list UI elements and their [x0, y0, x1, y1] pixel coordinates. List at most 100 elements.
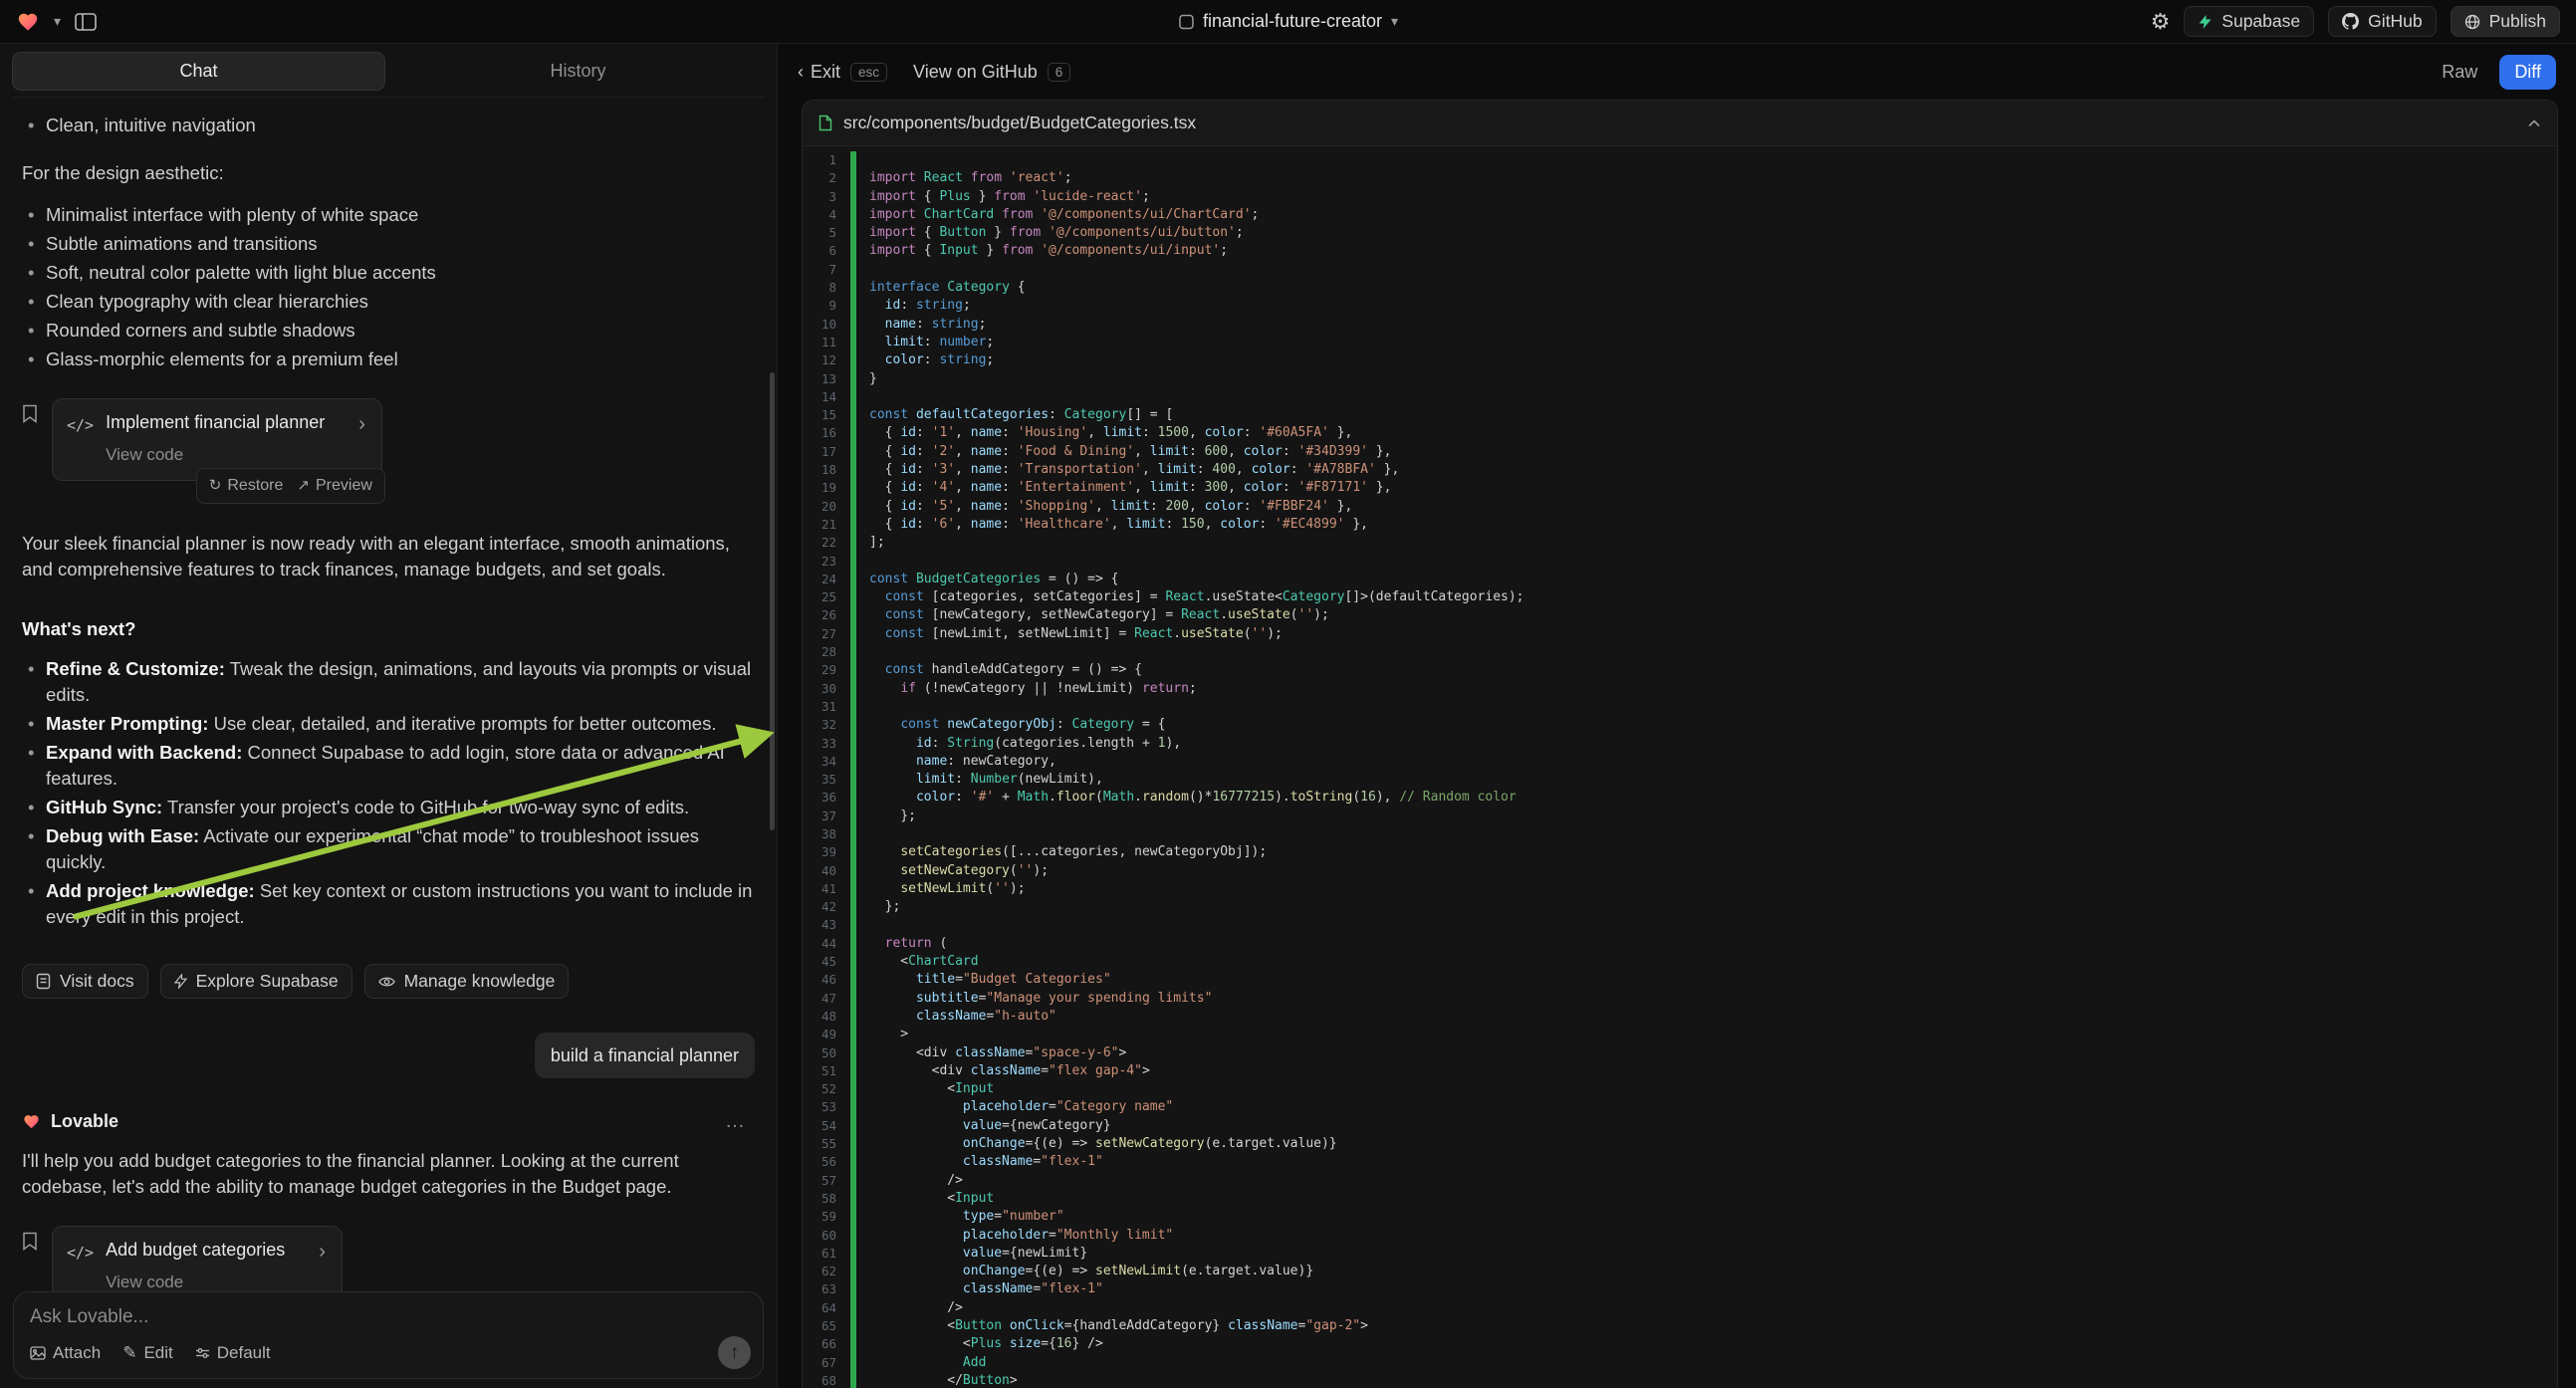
view-on-github-link[interactable]: View on GitHub: [913, 62, 1038, 83]
code-line: 51 <div className="flex gap-4">: [803, 1062, 2557, 1080]
code-line: 45 <ChartCard: [803, 953, 2557, 971]
code-line: 21 { id: '6', name: 'Healthcare', limit:…: [803, 516, 2557, 534]
code-line: 5import { Button } from '@/components/ui…: [803, 224, 2557, 242]
diff-toggle-button[interactable]: Diff: [2499, 55, 2556, 90]
message-menu-icon[interactable]: …: [725, 1108, 747, 1134]
code-line: 57 />: [803, 1172, 2557, 1190]
chat-input[interactable]: [30, 1306, 603, 1328]
attach-button[interactable]: Attach: [30, 1343, 101, 1363]
list-item: Clean, intuitive navigation: [22, 113, 755, 138]
code-line: 53 placeholder="Category name": [803, 1098, 2557, 1116]
code-line: 30 if (!newCategory || !newLimit) return…: [803, 680, 2557, 698]
project-name: financial-future-creator: [1203, 11, 1382, 32]
code-line: 15const defaultCategories: Category[] = …: [803, 406, 2557, 424]
model-selector[interactable]: Default: [195, 1343, 271, 1363]
raw-toggle-button[interactable]: Raw: [2430, 56, 2489, 89]
tab-chat[interactable]: Chat: [12, 52, 385, 91]
sidebar-toggle-icon[interactable]: [75, 13, 97, 31]
supabase-button[interactable]: Supabase: [2184, 6, 2314, 37]
code-line: 44 return (: [803, 935, 2557, 953]
workspace-chevron-down-icon[interactable]: ▾: [54, 13, 61, 30]
lovable-logo-icon[interactable]: [16, 11, 40, 33]
whats-next-heading: What's next?: [22, 616, 755, 642]
bookmark-icon[interactable]: [22, 1232, 38, 1251]
view-code-link[interactable]: View code: [106, 442, 325, 468]
list-item: GitHub Sync: Transfer your project's cod…: [22, 795, 755, 820]
edit-card-add-budget-categories[interactable]: </> Add budget categories View code › ↻ …: [52, 1226, 343, 1291]
settings-gear-icon[interactable]: ⚙: [2151, 11, 2171, 33]
code-line: 19 { id: '4', name: 'Entertainment', lim…: [803, 479, 2557, 497]
design-bullet-list: Minimalist interface with plenty of whit…: [22, 202, 755, 372]
code-line: 58 <Input: [803, 1190, 2557, 1208]
list-item: Soft, neutral color palette with light b…: [22, 260, 755, 286]
code-line: 1: [803, 151, 2557, 169]
preview-button[interactable]: ↗ Preview: [297, 473, 371, 499]
code-line: 35 limit: Number(newLimit),: [803, 771, 2557, 789]
file-path: src/components/budget/BudgetCategories.t…: [843, 113, 1196, 133]
user-message: build a financial planner: [535, 1033, 755, 1078]
edit-card-row: </> Add budget categories View code › ↻ …: [22, 1226, 755, 1291]
composer-toolbar: Attach ✎ Edit Default: [30, 1336, 751, 1369]
code-line: 31: [803, 698, 2557, 716]
code-line: 68 </Button>: [803, 1372, 2557, 1388]
arrow-up-icon: ↑: [730, 1342, 740, 1364]
supabase-bolt-icon: [174, 974, 187, 989]
project-switcher[interactable]: financial-future-creator ▾: [1178, 0, 1398, 43]
code-line: 40 setNewCategory('');: [803, 862, 2557, 880]
code-line: 60 placeholder="Monthly limit": [803, 1227, 2557, 1245]
code-line: 59 type="number": [803, 1208, 2557, 1226]
publish-button[interactable]: Publish: [2451, 6, 2560, 37]
code-line: 61 value={newLimit}: [803, 1245, 2557, 1263]
manage-knowledge-button[interactable]: Manage knowledge: [364, 964, 570, 999]
list-item: Master Prompting: Use clear, detailed, a…: [22, 711, 755, 737]
chevron-right-icon: ›: [319, 1239, 326, 1265]
code-editor[interactable]: 12import React from 'react';3import { Pl…: [803, 146, 2557, 1388]
code-line: 41 setNewLimit('');: [803, 880, 2557, 898]
sliders-icon: [195, 1347, 210, 1359]
esc-shortcut-badge: esc: [850, 63, 887, 82]
github-button[interactable]: GitHub: [2328, 6, 2436, 37]
code-line: 14: [803, 388, 2557, 406]
chat-panel: Chat History Clean, intuitive navigation…: [0, 44, 777, 1388]
partial-list: Clean, intuitive navigation: [22, 113, 755, 138]
collapse-chevron-up-icon[interactable]: [2527, 118, 2541, 127]
code-line: 48 className="h-auto": [803, 1008, 2557, 1026]
code-line: 67 Add: [803, 1354, 2557, 1372]
code-line: 9 id: string;: [803, 297, 2557, 315]
chat-message-list[interactable]: Clean, intuitive navigation For the desi…: [0, 98, 777, 1291]
chat-scrollbar-thumb[interactable]: [770, 372, 775, 830]
globe-icon: [2464, 14, 2480, 30]
code-line: 36 color: '#' + Math.floor(Math.random()…: [803, 789, 2557, 807]
code-line: 22];: [803, 534, 2557, 552]
assistant-header: Lovable …: [22, 1108, 755, 1134]
code-line: 42 };: [803, 898, 2557, 916]
code-line: 24const BudgetCategories = () => {: [803, 571, 2557, 588]
edit-card-implement-financial-planner[interactable]: </> Implement financial planner View cod…: [52, 398, 382, 481]
tab-history[interactable]: History: [391, 52, 765, 91]
code-line: 28: [803, 643, 2557, 661]
edit-card-title: Implement financial planner: [106, 409, 325, 435]
help-paragraph: I'll help you add budget categories to t…: [22, 1148, 755, 1200]
code-line: 49 >: [803, 1026, 2557, 1043]
list-item: Rounded corners and subtle shadows: [22, 318, 755, 344]
visit-docs-button[interactable]: Visit docs: [22, 964, 148, 999]
edit-button[interactable]: ✎ Edit: [122, 1343, 173, 1363]
composer[interactable]: Attach ✎ Edit Default: [13, 1291, 764, 1379]
explore-supabase-button[interactable]: Explore Supabase: [160, 964, 352, 999]
exit-button[interactable]: ‹ Exit: [798, 62, 840, 83]
send-button[interactable]: ↑: [718, 1336, 751, 1369]
chat-action-row: Visit docs Explore Supabase Manage knowl…: [22, 964, 755, 999]
code-line: 18 { id: '3', name: 'Transportation', li…: [803, 461, 2557, 479]
pencil-icon: ✎: [122, 1343, 136, 1363]
bookmark-icon[interactable]: [22, 404, 38, 423]
lovable-heart-icon: [22, 1113, 41, 1130]
code-line: 46 title="Budget Categories": [803, 971, 2557, 989]
card-toolbar: ↻ Restore ↗ Preview: [196, 468, 385, 504]
code-icon: </>: [67, 1240, 94, 1266]
view-code-link[interactable]: View code: [106, 1270, 285, 1291]
code-line: 38: [803, 825, 2557, 843]
list-item: Glass-morphic elements for a premium fee…: [22, 347, 755, 372]
github-shortcut-badge: 6: [1048, 63, 1071, 82]
file-header[interactable]: src/components/budget/BudgetCategories.t…: [803, 101, 2557, 146]
restore-button[interactable]: ↻ Restore: [209, 473, 284, 499]
